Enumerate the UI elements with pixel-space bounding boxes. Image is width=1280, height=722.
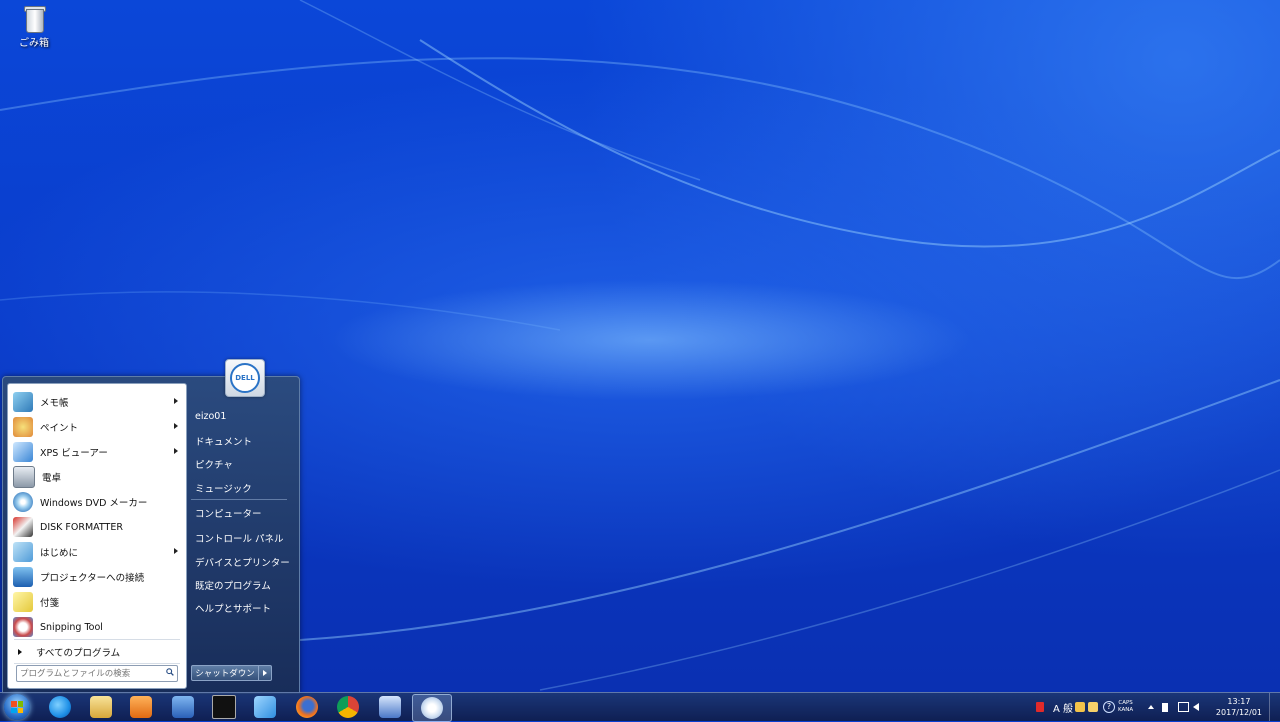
places-item-pictures[interactable]: ピクチャ [195, 457, 233, 471]
shark-app-icon [254, 696, 276, 718]
firefox-icon [296, 696, 318, 718]
projector-icon [13, 567, 33, 587]
taskbar: A 般 ? CAPS KANA 13:17 2017/12/01 [0, 692, 1280, 722]
places-item-help-support[interactable]: ヘルプとサポート [195, 601, 271, 615]
program-item-getting-started[interactable]: はじめに [10, 540, 184, 564]
system-clock[interactable]: 13:17 2017/12/01 [1216, 696, 1262, 718]
taskbar-internet-explorer[interactable] [41, 694, 79, 720]
taskbar-shark-app[interactable] [246, 694, 284, 720]
getting-started-icon [13, 542, 33, 562]
show-desktop-button[interactable] [1269, 693, 1280, 721]
paint-taskbar-icon [421, 697, 443, 719]
search-icon[interactable] [166, 668, 174, 676]
action-center-flag-icon[interactable] [1162, 693, 1171, 721]
shutdown-button[interactable]: シャットダウン [191, 665, 259, 681]
places-item-user[interactable]: eizo01 [195, 411, 226, 422]
media-player-icon [130, 696, 152, 718]
places-item-devices-printers[interactable]: デバイスとプリンター [195, 555, 290, 569]
volume-icon[interactable] [1193, 693, 1199, 721]
program-item-projector[interactable]: プロジェクターへの接続 [10, 565, 184, 589]
desktop-icon-recycle-bin[interactable]: ごみ箱 [14, 4, 54, 49]
user-picture[interactable]: DELL [225, 359, 265, 397]
program-item-calculator[interactable]: 電卓 [10, 465, 184, 489]
desktop-icon-label: ごみ箱 [19, 38, 49, 49]
submenu-arrow-icon [174, 398, 178, 404]
recycle-bin-icon [23, 4, 46, 33]
places-item-control-panel[interactable]: コントロール パネル [195, 531, 284, 545]
taskbar-media-player[interactable] [122, 694, 160, 720]
taskbar-remote-desktop[interactable] [371, 694, 409, 720]
ime-status-indicator: CAPS KANA [1118, 700, 1134, 713]
start-menu: メモ帳 ペイント XPS ビューアー 電卓 Windows DVD メーカー D… [2, 359, 300, 694]
chrome-icon [337, 696, 359, 718]
all-programs-button[interactable]: すべてのプログラム [10, 643, 184, 661]
places-item-documents[interactable]: ドキュメント [195, 434, 252, 448]
command-prompt-icon [212, 695, 236, 719]
programs-separator [14, 639, 180, 640]
taskbar-chrome[interactable] [329, 694, 367, 720]
program-item-notepad[interactable]: メモ帳 [10, 390, 184, 414]
all-programs-arrow-icon [18, 649, 22, 655]
network-icon[interactable] [1178, 693, 1189, 721]
clock-date: 2017/12/01 [1215, 708, 1262, 717]
submenu-arrow-icon [174, 548, 178, 554]
places-separator [191, 499, 287, 500]
program-item-disk-formatter[interactable]: DISK FORMATTER [10, 515, 184, 539]
program-item-paint[interactable]: ペイント [10, 415, 184, 439]
paint-icon [13, 417, 33, 437]
remote-desktop-icon [379, 696, 401, 718]
help-icon[interactable]: ? [1103, 693, 1115, 721]
notepad-icon [13, 392, 33, 412]
taskbar-network-app[interactable] [164, 694, 202, 720]
ime-tools-icon[interactable] [1075, 693, 1098, 721]
places-item-computer[interactable]: コンピューター [195, 506, 262, 520]
program-item-snipping-tool[interactable]: Snipping Tool [10, 615, 184, 639]
program-item-sticky-notes[interactable]: 付箋 [10, 590, 184, 614]
submenu-arrow-icon [174, 448, 178, 454]
xps-viewer-icon [13, 442, 33, 462]
start-menu-programs-pane: メモ帳 ペイント XPS ビューアー 電卓 Windows DVD メーカー D… [7, 383, 187, 689]
start-search-box[interactable] [16, 665, 178, 682]
dvd-maker-icon [13, 492, 33, 512]
sticky-notes-icon [13, 592, 33, 612]
notification-flag-icon[interactable] [1036, 693, 1044, 721]
disk-formatter-icon [13, 517, 33, 537]
taskbar-command-prompt[interactable] [205, 694, 243, 720]
network-app-icon [172, 696, 194, 718]
shutdown-options-button[interactable] [258, 665, 272, 681]
start-search-input[interactable] [20, 666, 160, 681]
clock-time: 13:17 [1227, 697, 1251, 706]
dell-logo-icon: DELL [230, 363, 260, 393]
start-button[interactable] [4, 694, 30, 720]
places-item-music[interactable]: ミュージック [195, 481, 252, 495]
snipping-tool-icon [13, 617, 33, 637]
internet-explorer-icon [49, 696, 71, 718]
calculator-icon [13, 466, 35, 488]
windows-logo-icon [11, 701, 23, 713]
show-hidden-icons-button[interactable] [1148, 693, 1154, 721]
search-separator [14, 663, 180, 664]
places-item-default-programs[interactable]: 既定のプログラム [195, 578, 271, 592]
taskbar-file-explorer[interactable] [82, 694, 120, 720]
taskbar-firefox[interactable] [288, 694, 326, 720]
program-item-xps-viewer[interactable]: XPS ビューアー [10, 440, 184, 464]
taskbar-paint[interactable] [412, 694, 452, 722]
ime-mode-indicator[interactable]: A 般 [1053, 693, 1073, 721]
program-item-dvd-maker[interactable]: Windows DVD メーカー [10, 490, 184, 514]
file-explorer-icon [90, 696, 112, 718]
submenu-arrow-icon [174, 423, 178, 429]
